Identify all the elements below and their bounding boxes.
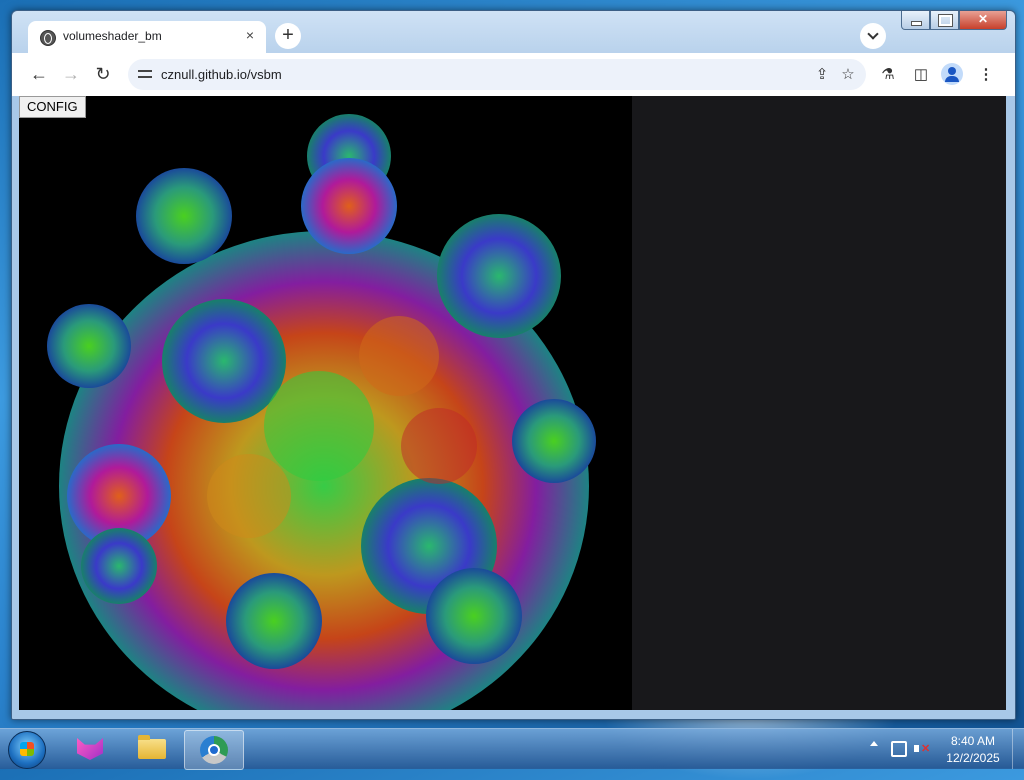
system-clock[interactable]: 8:40 AM 12/2/2025: [938, 733, 1008, 767]
browser-toolbar: ← → ↻ cznull.github.io/vsbm ⇪ ☆ ⚗ ◫ ⋮: [12, 53, 1015, 96]
side-panel-icon[interactable]: ◫: [909, 63, 933, 87]
fox-app-icon: [77, 738, 103, 760]
minimize-button[interactable]: [901, 11, 930, 30]
tab-search-button[interactable]: [860, 23, 886, 49]
clock-date: 12/2/2025: [946, 751, 1000, 765]
taskbar: 8:40 AM 12/2/2025: [0, 728, 1024, 770]
taskbar-chrome[interactable]: [184, 730, 244, 770]
tab-title: volumeshader_bm: [63, 29, 162, 43]
back-button[interactable]: ←: [26, 61, 52, 87]
new-tab-button[interactable]: +: [275, 23, 301, 49]
close-tab-icon[interactable]: ×: [242, 27, 258, 43]
globe-icon: [40, 30, 56, 46]
show-desktop-button[interactable]: [1012, 729, 1024, 769]
url-text[interactable]: cznull.github.io/vsbm: [161, 67, 282, 82]
show-hidden-icons-icon[interactable]: [870, 741, 878, 746]
chrome-icon: [200, 736, 228, 764]
page-viewport: CONFIG: [19, 96, 1006, 710]
site-settings-icon[interactable]: [138, 67, 152, 81]
config-button[interactable]: CONFIG: [19, 96, 86, 118]
maximize-button[interactable]: [930, 11, 959, 30]
share-icon[interactable]: ⇪: [812, 65, 832, 85]
address-bar[interactable]: cznull.github.io/vsbm ⇪ ☆: [128, 59, 866, 90]
taskbar-app-fox[interactable]: [60, 730, 118, 768]
browser-window: volumeshader_bm × + ← → ↻ cznull.github.…: [11, 10, 1016, 720]
menu-kebab-icon[interactable]: ⋮: [974, 63, 998, 87]
clock-time: 8:40 AM: [950, 734, 996, 748]
mandelbulb-render: [47, 114, 596, 710]
forward-button[interactable]: →: [58, 61, 84, 87]
start-button[interactable]: [8, 731, 46, 769]
reload-button[interactable]: ↻: [90, 61, 116, 87]
taskbar-explorer[interactable]: [122, 730, 180, 768]
bookmark-star-icon[interactable]: ☆: [838, 65, 858, 85]
profile-avatar-icon[interactable]: [941, 63, 963, 85]
network-icon[interactable]: [891, 741, 907, 757]
folder-icon: [138, 735, 166, 759]
close-window-button[interactable]: [959, 11, 1007, 30]
empty-side-area: [632, 96, 1006, 710]
tab-volumeshader[interactable]: volumeshader_bm ×: [28, 21, 266, 53]
tab-strip: volumeshader_bm × +: [12, 11, 1015, 53]
window-controls: [901, 11, 1007, 31]
fractal-canvas[interactable]: CONFIG: [19, 96, 632, 710]
volume-muted-icon[interactable]: [914, 741, 930, 757]
labs-flask-icon[interactable]: ⚗: [876, 63, 900, 87]
